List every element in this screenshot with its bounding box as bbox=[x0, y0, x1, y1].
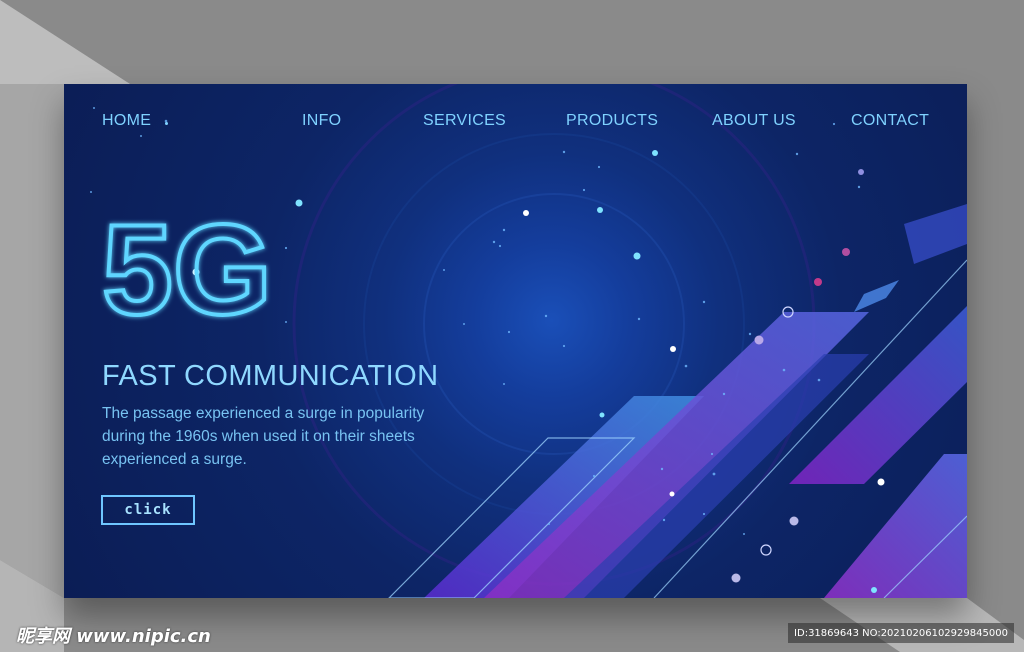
hero-5g-text: 5G bbox=[102, 206, 272, 326]
landing-page-card: HOME INFO SERVICES PRODUCTS ABOUT US CON… bbox=[64, 84, 967, 598]
watermark-id: ID:31869643 NO:20210206102929845000 bbox=[788, 623, 1014, 643]
nav-about-us[interactable]: ABOUT US bbox=[712, 112, 796, 130]
watermark-site: 昵享网 www.nipic.cn bbox=[16, 626, 211, 647]
top-navigation: HOME INFO SERVICES PRODUCTS ABOUT US CON… bbox=[64, 84, 967, 160]
hero-5g-neon-text: 5G bbox=[100, 206, 274, 326]
nav-dot bbox=[165, 122, 168, 125]
description: The passage experienced a surge in popul… bbox=[102, 405, 425, 468]
nav-services[interactable]: SERVICES bbox=[423, 112, 506, 130]
headline: FAST COMMUNICATION bbox=[102, 360, 439, 392]
nav-contact[interactable]: CONTACT bbox=[851, 112, 929, 130]
decorative-background bbox=[90, 84, 967, 598]
nav-products[interactable]: PRODUCTS bbox=[566, 112, 658, 130]
nav-info[interactable]: INFO bbox=[302, 112, 341, 130]
click-button[interactable]: click bbox=[101, 495, 195, 525]
nav-home[interactable]: HOME bbox=[102, 112, 151, 130]
